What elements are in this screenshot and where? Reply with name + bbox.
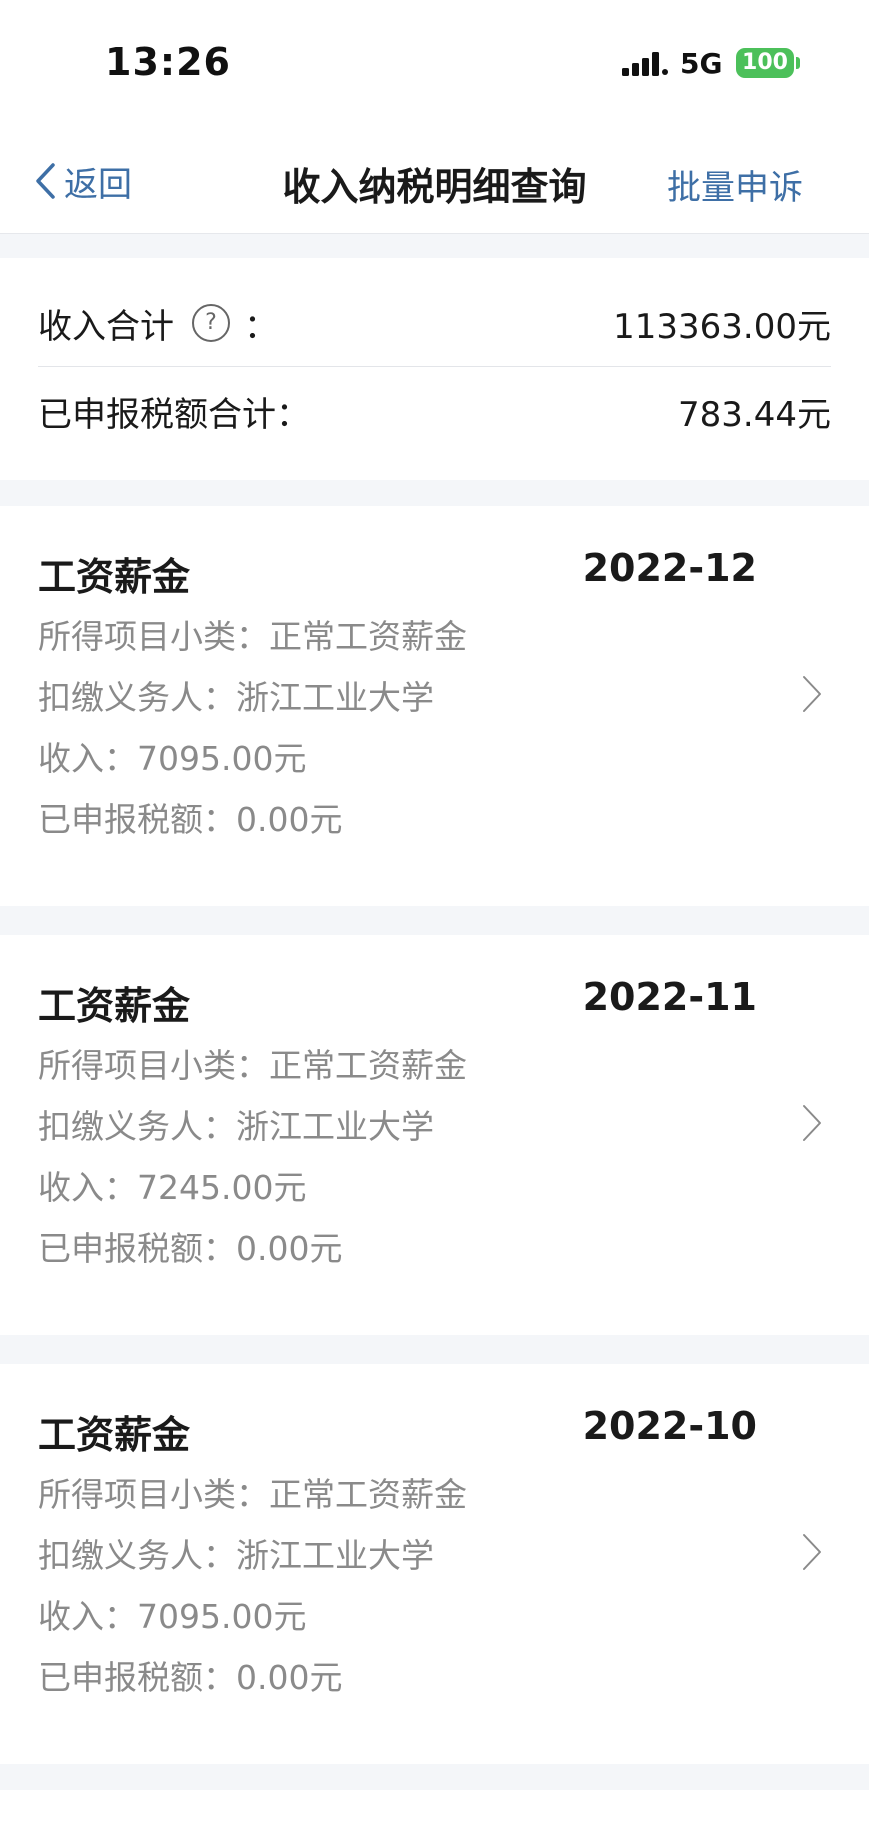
tax-total-label: 已申报税额合计： xyxy=(38,394,310,435)
status-bar: 13:26 5G 100 xyxy=(0,0,869,130)
record-subcategory: 所得项目小类：正常工资薪金 xyxy=(38,617,467,656)
battery-tip xyxy=(796,57,800,69)
network-type: 5G xyxy=(680,47,723,80)
income-total-row: 收入合计 ? ： 113363.00元 xyxy=(38,280,831,367)
income-record-card[interactable]: 工资薪金 2022-10 所得项目小类：正常工资薪金 扣缴义务人：浙江工业大学 … xyxy=(0,1364,869,1764)
record-withholder: 扣缴义务人：浙江工业大学 xyxy=(38,678,434,717)
record-title: 工资薪金 xyxy=(38,1413,191,1457)
record-withholder: 扣缴义务人：浙江工业大学 xyxy=(38,1536,434,1575)
record-tax: 已申报税额：0.00元 xyxy=(38,800,343,839)
income-total-label-group: 收入合计 ? ： xyxy=(38,299,278,348)
record-withholder: 扣缴义务人：浙江工业大学 xyxy=(38,1107,434,1146)
record-income: 收入：7095.00元 xyxy=(38,1597,307,1636)
chevron-right-icon xyxy=(803,676,821,712)
income-total-label: 收入合计 xyxy=(38,306,174,347)
tax-total-row: 已申报税额合计： 783.44元 xyxy=(38,368,831,454)
battery-icon: 100 xyxy=(736,48,794,78)
signal-bars-icon xyxy=(622,52,668,76)
chevron-right-icon xyxy=(803,1105,821,1141)
nav-bar: 返回 收入纳税明细查询 批量申诉 xyxy=(0,130,869,234)
record-income: 收入：7095.00元 xyxy=(38,739,307,778)
tax-total-value: 783.44元 xyxy=(678,394,831,435)
record-tax: 已申报税额：0.00元 xyxy=(38,1229,343,1268)
income-total-value: 113363.00元 xyxy=(613,306,831,347)
record-date: 2022-12 xyxy=(582,546,757,590)
income-record-card[interactable]: 工资薪金 2022-11 所得项目小类：正常工资薪金 扣缴义务人：浙江工业大学 … xyxy=(0,935,869,1335)
record-title: 工资薪金 xyxy=(38,984,191,1028)
record-title: 工资薪金 xyxy=(38,555,191,599)
status-time: 13:26 xyxy=(105,40,231,84)
question-circle-icon[interactable]: ? xyxy=(192,304,230,342)
income-total-colon: ： xyxy=(244,306,278,347)
record-date: 2022-10 xyxy=(582,1404,757,1448)
record-income: 收入：7245.00元 xyxy=(38,1168,307,1207)
summary-card: 收入合计 ? ： 113363.00元 已申报税额合计： 783.44元 xyxy=(0,258,869,480)
record-tax: 已申报税额：0.00元 xyxy=(38,1658,343,1697)
income-record-card[interactable]: 工资薪金 2022-12 所得项目小类：正常工资薪金 扣缴义务人：浙江工业大学 … xyxy=(0,506,869,906)
record-date: 2022-11 xyxy=(582,975,757,1019)
battery-level: 100 xyxy=(742,50,788,75)
chevron-right-icon xyxy=(803,1534,821,1570)
record-subcategory: 所得项目小类：正常工资薪金 xyxy=(38,1475,467,1514)
batch-appeal-button[interactable]: 批量申诉 xyxy=(667,160,803,209)
record-subcategory: 所得项目小类：正常工资薪金 xyxy=(38,1046,467,1085)
next-record-card-edge xyxy=(0,1790,869,1827)
